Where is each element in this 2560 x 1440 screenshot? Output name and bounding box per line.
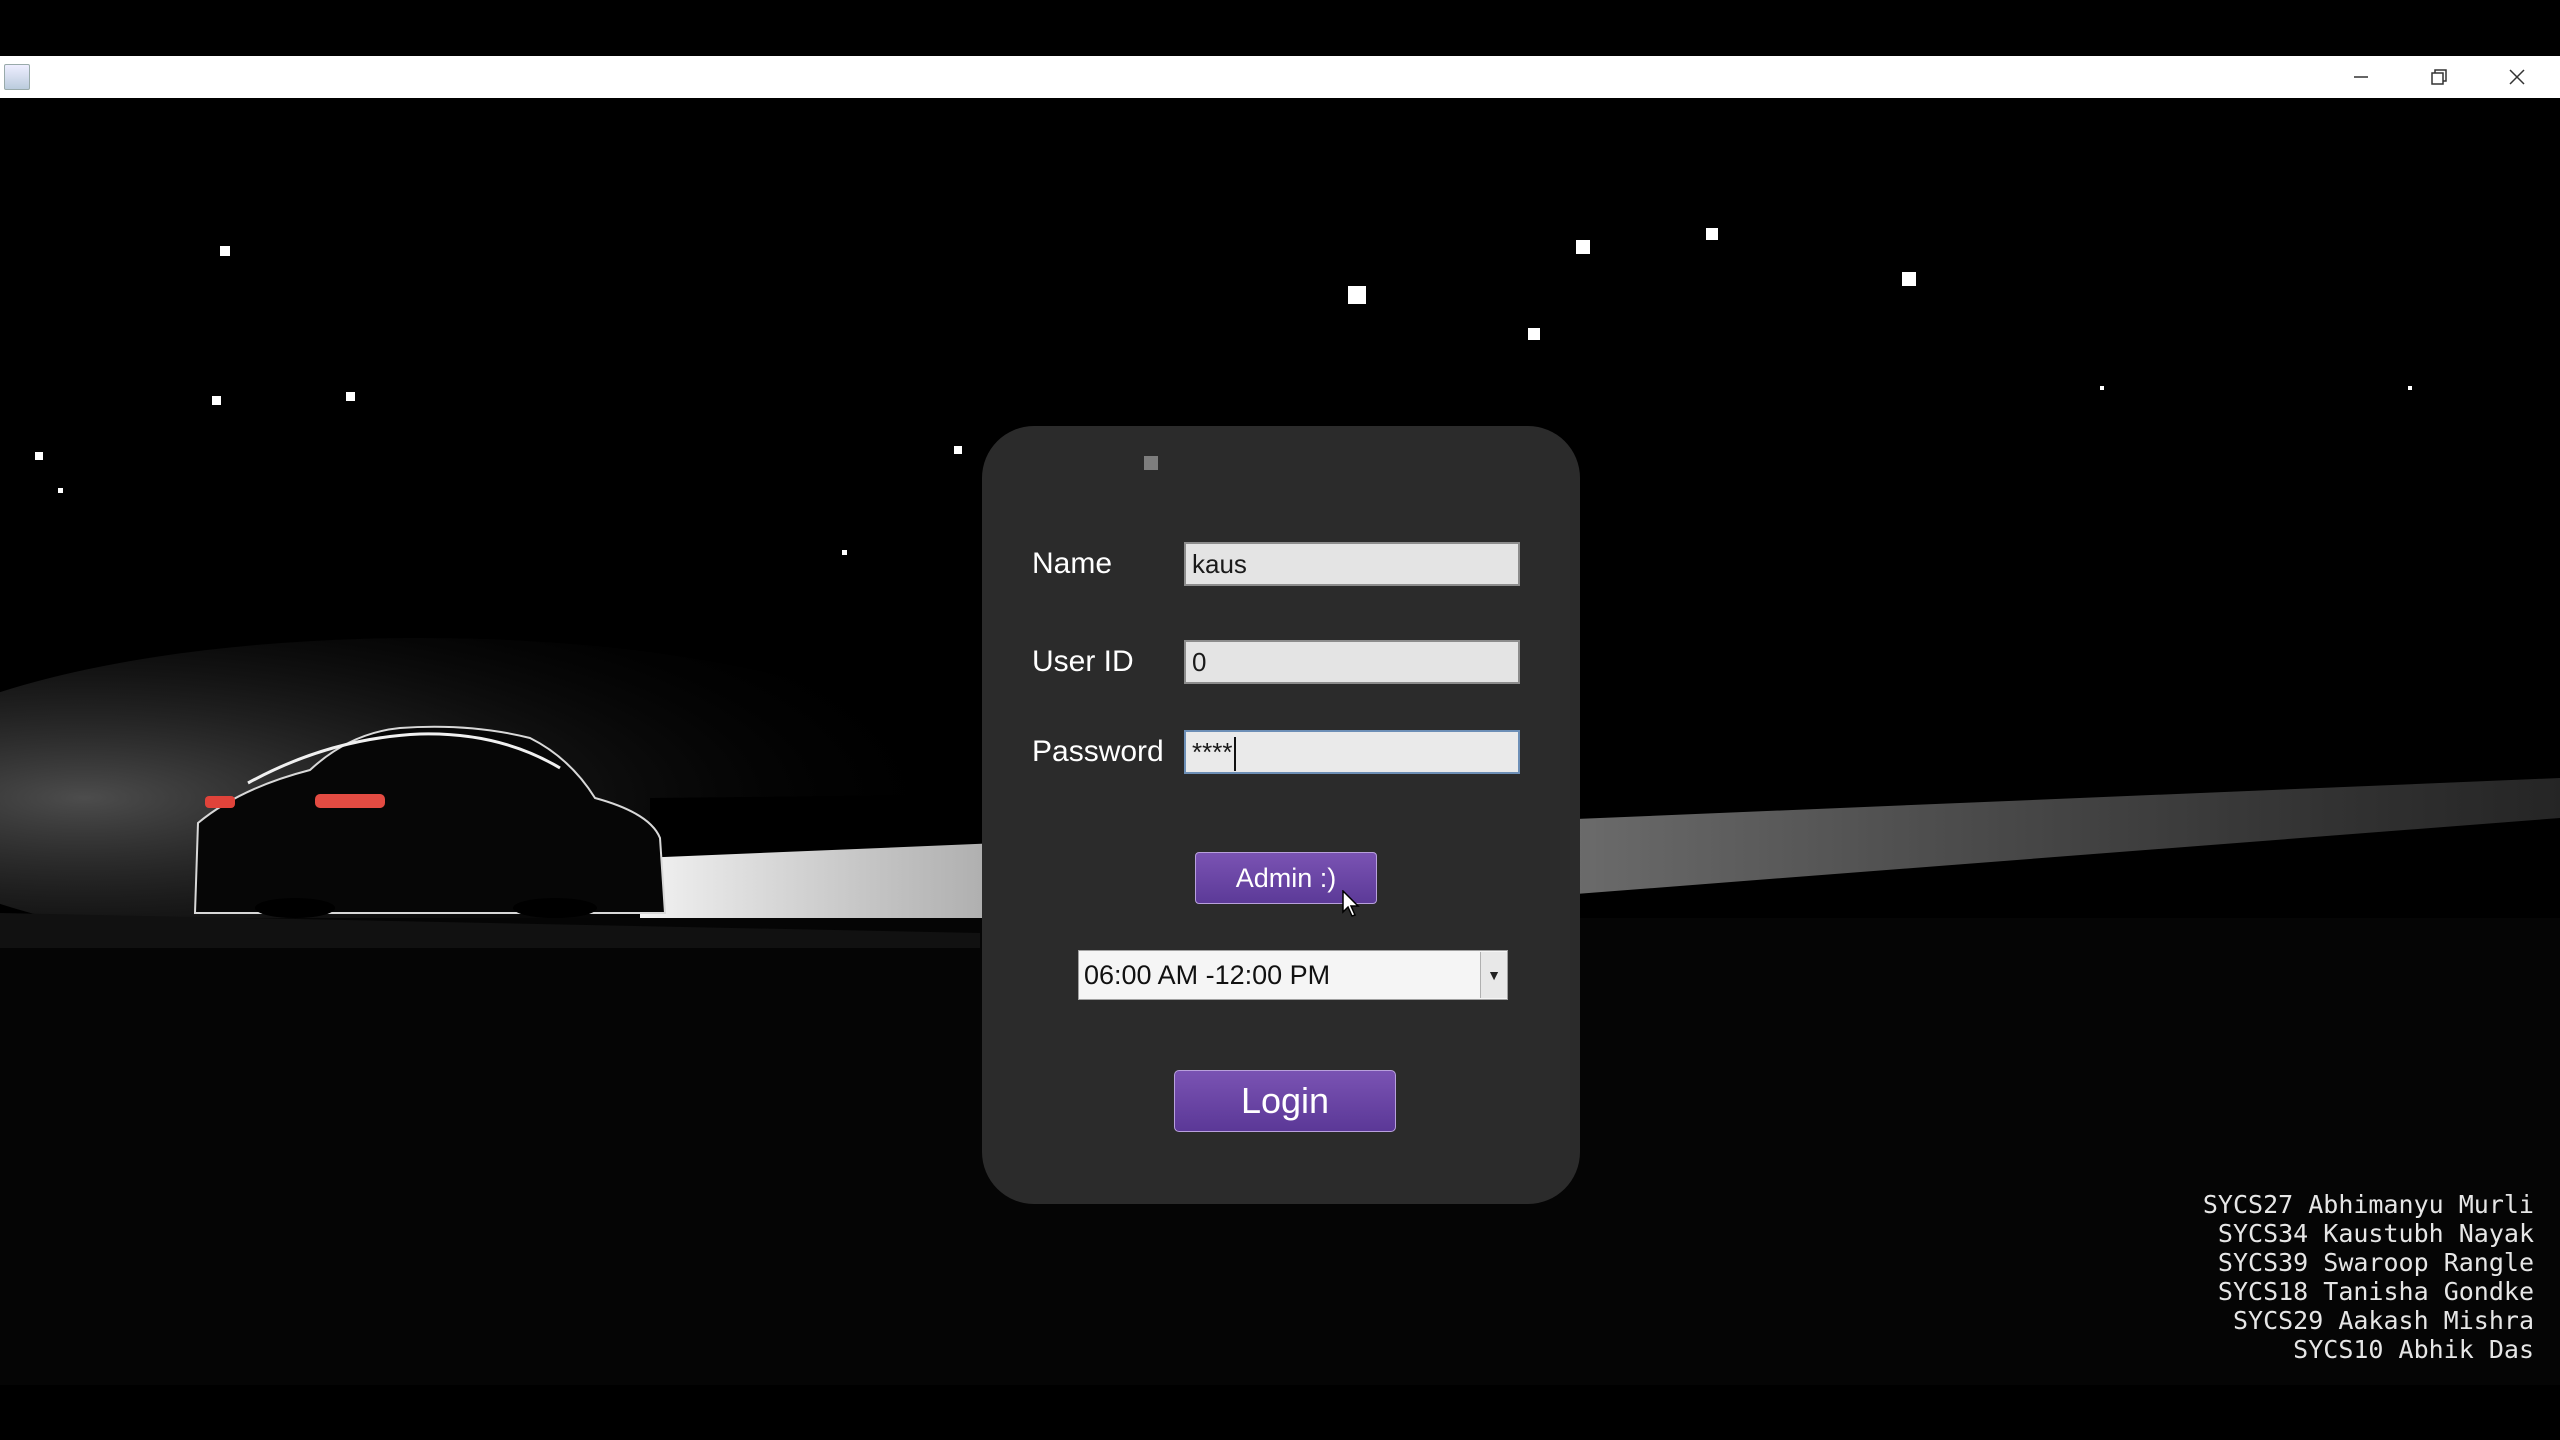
credit-line: SYCS10 Abhik Das [2293, 1335, 2534, 1364]
star [1706, 228, 1718, 240]
team-credits: SYCS27 Abhimanyu Murli SYCS34 Kaustubh N… [2203, 1190, 2534, 1364]
credit-line: SYCS29 Aakash Mishra [2232, 1306, 2534, 1335]
star [58, 488, 63, 493]
credit-line: SYCS34 Kaustubh Nayak [2217, 1219, 2534, 1248]
close-icon [2509, 69, 2525, 85]
star [1528, 328, 1540, 340]
star [220, 246, 230, 256]
shift-selected-value: 06:00 AM -12:00 PM [1084, 959, 1331, 990]
star [1576, 240, 1590, 254]
mouse-cursor-icon [1342, 890, 1360, 917]
chevron-down-icon[interactable]: ▼ [1480, 952, 1507, 998]
star [1348, 286, 1366, 304]
star [346, 392, 355, 401]
login-panel: Name kaus User ID 0 Password **** Admin … [982, 426, 1580, 1204]
star [954, 446, 962, 454]
minimize-button[interactable] [2322, 56, 2400, 98]
credit-line: SYCS18 Tanisha Gondke [2217, 1277, 2534, 1306]
password-label: Password [1032, 735, 1164, 768]
name-input[interactable]: kaus [1184, 542, 1520, 586]
restore-button[interactable] [2400, 56, 2478, 98]
user-id-input[interactable]: 0 [1184, 640, 1520, 684]
star [35, 452, 43, 460]
credit-line: SYCS27 Abhimanyu Murli [2202, 1190, 2534, 1219]
star [2100, 386, 2104, 390]
password-mask: **** [1192, 737, 1233, 767]
name-label: Name [1032, 547, 1113, 580]
minimize-icon [2354, 76, 2368, 78]
star [212, 396, 221, 405]
star [842, 550, 847, 555]
close-button[interactable] [2478, 56, 2556, 98]
text-caret [1234, 737, 1237, 772]
password-input[interactable]: **** [1184, 730, 1520, 774]
window-title-bar [0, 56, 2560, 99]
star [2408, 386, 2412, 390]
credit-line: SYCS39 Swaroop Rangle [2217, 1248, 2534, 1277]
java-app-icon [4, 64, 30, 90]
panel-indicator [1144, 456, 1158, 470]
login-button[interactable]: Login [1174, 1070, 1396, 1132]
user-id-label: User ID [1032, 645, 1134, 678]
shift-time-select[interactable]: 06:00 AM -12:00 PM ▼ [1078, 950, 1508, 1000]
star [1902, 272, 1916, 286]
restore-icon [2431, 69, 2447, 85]
